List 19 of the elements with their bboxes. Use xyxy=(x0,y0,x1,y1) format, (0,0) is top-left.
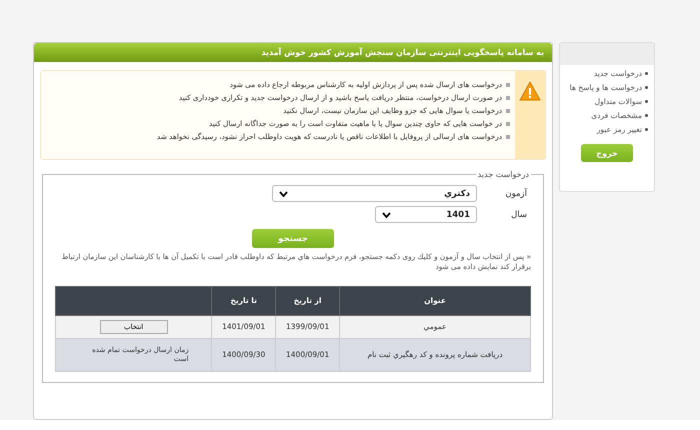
bullet-icon xyxy=(645,114,648,117)
bullet-icon xyxy=(506,108,510,112)
welcome-header: به سامانه پاسخگویی اینترنتی سازمان سنجش آموزش کشور خوش آمدید xyxy=(34,43,552,62)
field-label: آزمون xyxy=(504,188,528,198)
form-legend: درخواست جدید xyxy=(476,170,531,179)
field-label: سال xyxy=(510,210,528,220)
bullet-icon xyxy=(506,96,510,100)
bullet-icon xyxy=(506,122,510,126)
bullet-icon xyxy=(645,100,648,103)
caret-icon xyxy=(279,190,288,196)
dropdown-field[interactable]: دکتري xyxy=(272,185,477,202)
dropdown-field[interactable]: 1401 xyxy=(375,206,477,223)
bullet-icon xyxy=(506,82,510,86)
warning-icon xyxy=(519,81,541,101)
bullet-icon xyxy=(506,134,510,138)
caret-icon xyxy=(382,212,391,218)
bullet-icon xyxy=(645,72,648,75)
bullet-icon xyxy=(645,86,648,89)
bullet-icon xyxy=(645,128,648,131)
